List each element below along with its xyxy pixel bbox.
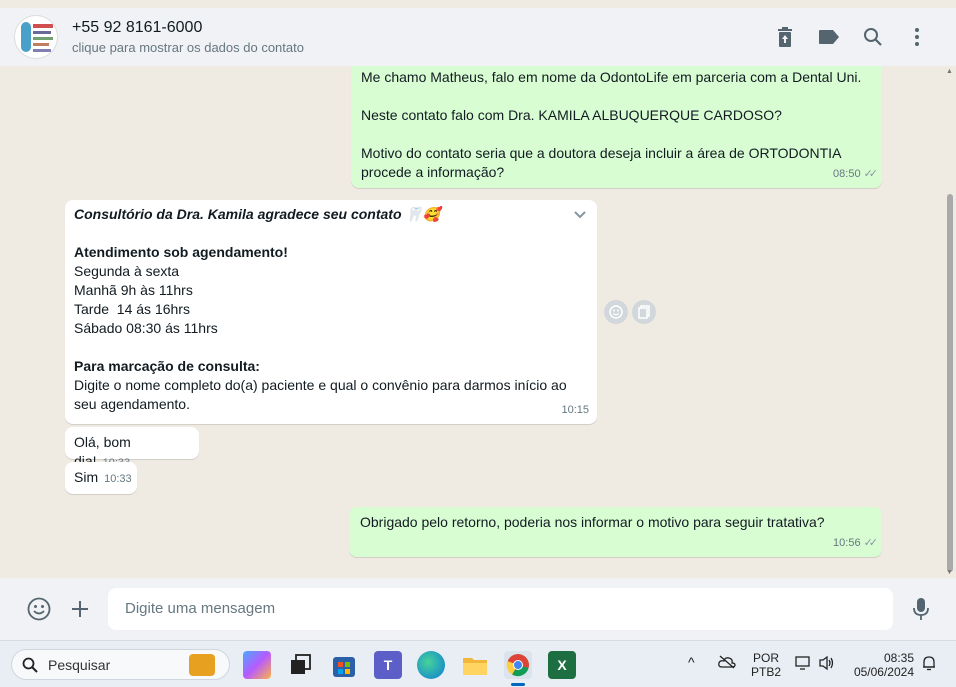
message-text: Obrigado pelo retorno, poderia nos infor…	[360, 514, 825, 530]
schedule-heading: Atendimento sob agendamento!	[74, 244, 288, 260]
message-line: Me chamo Matheus, falo em nome da Odonto…	[361, 69, 862, 85]
store-icon[interactable]	[330, 651, 358, 679]
message-input[interactable]: Digite uma mensagem	[108, 588, 893, 630]
search-icon[interactable]	[862, 26, 884, 48]
message-text: Sim	[74, 469, 99, 485]
message-line: Neste contato falo com Dra. KAMILA ALBUQ…	[361, 107, 782, 123]
volume-icon[interactable]	[818, 655, 836, 674]
message-time-container: 10:15	[561, 401, 589, 420]
menu-icon[interactable]	[906, 26, 928, 48]
chevron-down-icon[interactable]	[573, 208, 587, 222]
scrollbar-thumb[interactable]	[947, 194, 953, 572]
contact-info[interactable]: +55 92 8161-6000 clique para mostrar os …	[72, 19, 304, 55]
teams-icon[interactable]: T	[374, 651, 402, 679]
file-explorer-icon[interactable]	[461, 651, 489, 679]
chat-scrollbar[interactable]: ▲ ▼	[946, 66, 954, 578]
briefcase-icon	[189, 654, 215, 676]
message-time: 10:15	[561, 404, 589, 416]
incoming-message[interactable]: Olá, bom dia!10:33	[65, 427, 199, 469]
message-list[interactable]: Me chamo Matheus, falo em nome da Odonto…	[0, 66, 956, 578]
trash-icon[interactable]	[774, 26, 796, 48]
double-check-icon: ✓✓	[863, 537, 879, 549]
edge-icon[interactable]	[417, 651, 445, 679]
message-line: Motivo do contato seria que a doutora de…	[361, 145, 841, 180]
incoming-message[interactable]: Sim 10:33	[65, 462, 137, 494]
emoji-icon[interactable]	[26, 596, 52, 622]
onedrive-icon[interactable]	[718, 655, 736, 672]
contact-subtitle: clique para mostrar os dados do contato	[72, 40, 304, 55]
outgoing-message[interactable]: Me chamo Matheus, falo em nome da Odonto…	[351, 66, 882, 188]
chevron-up-icon[interactable]: ^	[688, 655, 695, 669]
message-time: 10:56	[833, 537, 861, 549]
system-clock[interactable]: 08:35 05/06/2024	[850, 651, 914, 679]
clock-date: 05/06/2024	[853, 665, 914, 679]
contact-avatar[interactable]	[14, 15, 58, 59]
label-icon[interactable]	[818, 26, 840, 48]
scroll-up-icon[interactable]: ▲	[946, 68, 953, 75]
windows-taskbar: Pesquisar T X ^ POR PTB2 08:35 05/06/202…	[0, 640, 956, 687]
chat-header: +55 92 8161-6000 clique para mostrar os …	[0, 8, 956, 66]
chrome-icon[interactable]	[504, 651, 532, 679]
language-code: POR	[753, 651, 780, 665]
message-time-container: 08:50 ✓✓	[833, 165, 879, 184]
search-label: Pesquisar	[48, 656, 111, 673]
taskbar-search[interactable]: Pesquisar	[11, 649, 230, 680]
emoji-reaction-icon[interactable]	[604, 300, 628, 324]
schedule-line: Sábado 08:30 ás 11hrs	[74, 320, 218, 336]
message-title: Consultório da Dra. Kamila agradece seu …	[74, 206, 441, 222]
forward-icon[interactable]	[632, 300, 656, 324]
active-app-indicator	[511, 683, 525, 686]
notification-bell-icon[interactable]	[922, 655, 936, 674]
search-icon	[22, 657, 38, 673]
message-time: 10:33	[104, 473, 132, 485]
contact-name: +55 92 8161-6000	[72, 19, 203, 36]
double-check-icon: ✓✓	[863, 168, 879, 180]
incoming-message[interactable]: Consultório da Dra. Kamila agradece seu …	[65, 200, 597, 424]
booking-heading: Para marcação de consulta:	[74, 358, 260, 374]
schedule-line: Manhã 9h às 11hrs	[74, 282, 193, 298]
microphone-icon[interactable]	[908, 596, 934, 622]
attach-plus-icon[interactable]	[67, 596, 93, 622]
message-time-container: 10:56 ✓✓	[833, 534, 879, 553]
language-indicator[interactable]: POR PTB2	[751, 651, 781, 679]
scroll-down-icon[interactable]: ▼	[946, 569, 953, 576]
task-view-icon[interactable]	[287, 651, 315, 679]
clock-time: 08:35	[883, 651, 914, 665]
keyboard-layout: PTB2	[751, 665, 782, 679]
copilot-icon[interactable]	[243, 651, 271, 679]
message-time: 08:50	[833, 168, 861, 180]
network-icon[interactable]	[795, 655, 811, 674]
booking-text: Digite o nome completo do(a) paciente e …	[74, 377, 567, 412]
message-composer: Digite uma mensagem	[0, 578, 956, 640]
schedule-line: Segunda à sexta	[74, 263, 180, 279]
outgoing-message[interactable]: Obrigado pelo retorno, poderia nos infor…	[349, 507, 882, 557]
excel-icon[interactable]: X	[548, 651, 576, 679]
schedule-line: Tarde 14 ás 16hrs	[74, 301, 190, 317]
